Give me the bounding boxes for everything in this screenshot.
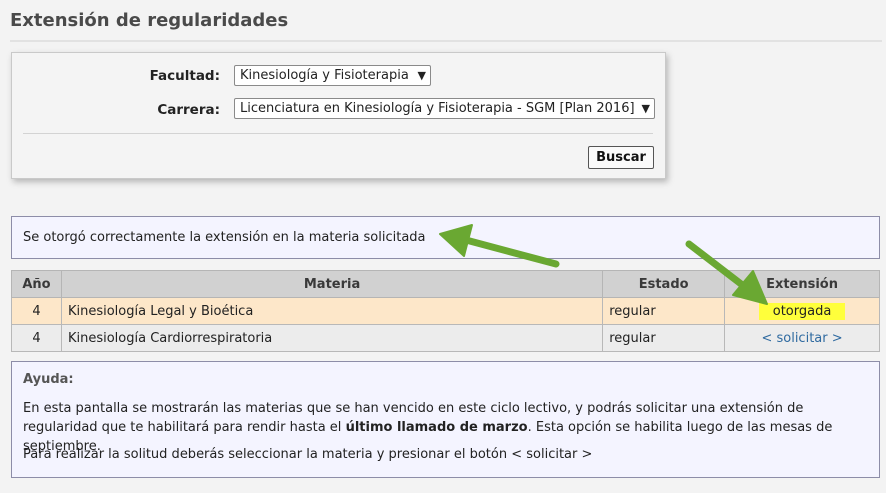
filter-divider xyxy=(23,133,653,134)
filter-panel: Facultad: Kinesiología y Fisioterapia ▼ … xyxy=(11,52,666,179)
success-message-text: Se otorgó correctamente la extensión en … xyxy=(23,230,426,245)
chevron-down-icon: ▼ xyxy=(417,69,426,82)
title-divider xyxy=(10,40,882,42)
column-header-subject: Materia xyxy=(60,270,604,298)
table-row: 4 Kinesiología Legal y Bioética regular … xyxy=(11,297,880,325)
table-header-row: Año Materia Estado Extensión xyxy=(11,270,880,298)
page-title: Extensión de regularidades xyxy=(10,10,289,31)
help-paragraph-2: Para realizar la solitud deberás selecci… xyxy=(23,447,593,462)
cell-status: regular xyxy=(602,297,726,325)
cell-extension: otorgada xyxy=(724,297,880,325)
cell-year: 4 xyxy=(11,297,62,325)
success-message: Se otorgó correctamente la extensión en … xyxy=(11,216,880,259)
cell-year: 4 xyxy=(11,324,62,352)
column-header-extension: Extensión xyxy=(724,270,880,298)
granted-badge: otorgada xyxy=(758,302,846,320)
request-extension-link[interactable]: < solicitar > xyxy=(761,331,842,346)
cell-extension: < solicitar > xyxy=(724,324,880,352)
chevron-down-icon: ▼ xyxy=(641,102,650,115)
cell-status: regular xyxy=(602,324,726,352)
faculty-label: Facultad: xyxy=(149,68,220,84)
help-panel: Ayuda: En esta pantalla se mostrarán las… xyxy=(11,361,880,478)
career-label: Carrera: xyxy=(157,102,220,118)
cell-subject: Kinesiología Cardiorrespiratoria xyxy=(60,324,604,352)
table-row: 4 Kinesiología Cardiorrespiratoria regul… xyxy=(11,324,880,352)
column-header-year: Año xyxy=(11,270,62,298)
help-text-bold: último llamado de marzo xyxy=(345,420,528,435)
career-select-value: Licenciatura en Kinesiología y Fisiotera… xyxy=(240,101,635,116)
career-select[interactable]: Licenciatura en Kinesiología y Fisiotera… xyxy=(234,98,655,119)
cell-subject: Kinesiología Legal y Bioética xyxy=(60,297,604,325)
help-title: Ayuda: xyxy=(23,372,74,387)
subjects-table: Año Materia Estado Extensión 4 Kinesiolo… xyxy=(11,270,880,352)
faculty-select-value: Kinesiología y Fisioterapia xyxy=(240,68,409,83)
search-button[interactable]: Buscar xyxy=(588,146,654,169)
faculty-select[interactable]: Kinesiología y Fisioterapia ▼ xyxy=(234,65,431,86)
column-header-status: Estado xyxy=(602,270,726,298)
